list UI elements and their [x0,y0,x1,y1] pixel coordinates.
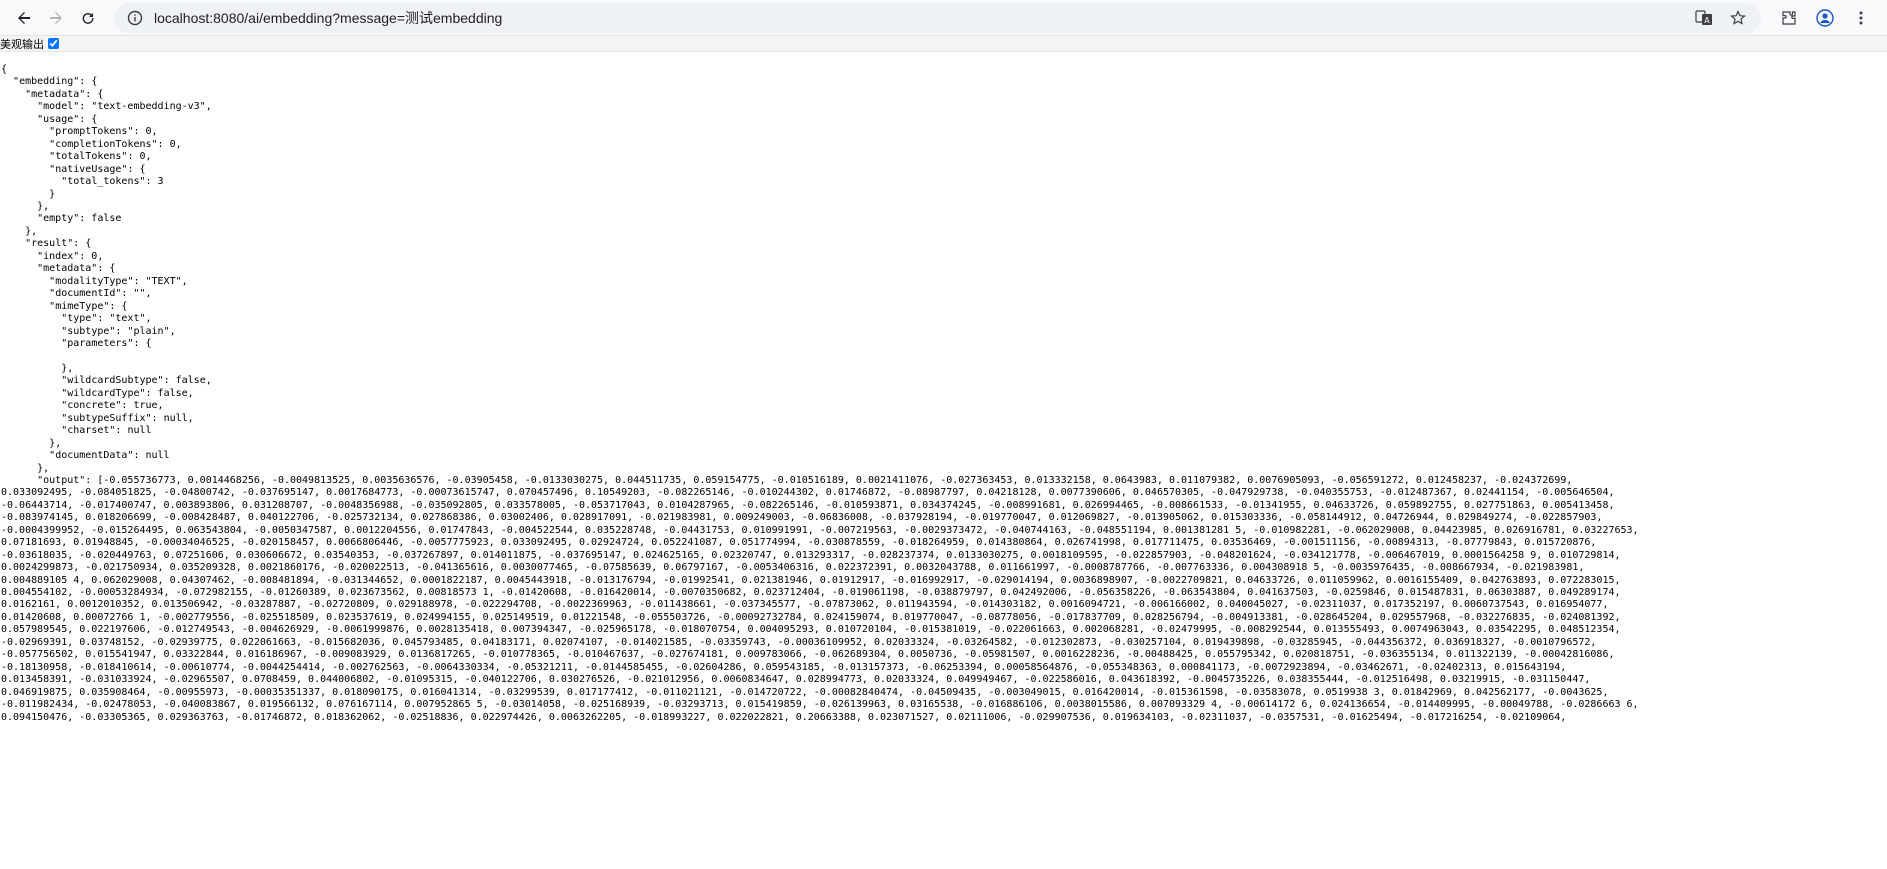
reload-button[interactable] [72,4,104,32]
json-line: } [1,188,56,200]
back-button[interactable] [8,4,40,32]
json-line: 0.07181693, 0.01948845, -0.00034046525, … [1,537,1597,549]
json-line: -0.18130958, -0.018410614, -0.00610774, … [1,661,1567,673]
json-line: "embedding": { [1,76,98,88]
url-text[interactable]: localhost:8080/ai/embedding?message=测试em… [154,8,1683,28]
translate-icon[interactable]: A [1691,7,1717,29]
profile-button[interactable] [1807,4,1843,32]
forward-button[interactable] [40,4,72,32]
json-line: -0.011982434, -0.02478053, -0.040083867,… [1,699,1639,711]
json-line: -0.02969391, 0.03748152, -0.02939775, 0.… [1,636,1597,648]
json-line: }, [1,200,50,212]
json-line: -0.03618035, -0.020449763, 0.07251606, 0… [1,549,1621,561]
address-bar[interactable]: localhost:8080/ai/embedding?message=测试em… [114,2,1761,33]
json-line: 0.0024299873, -0.021750934, 0.035209328,… [1,562,1585,574]
site-info-icon[interactable] [126,9,144,27]
extensions-button[interactable] [1771,4,1807,32]
json-line: -0.0004399952, -0.015264495, 0.063543804… [1,524,1639,536]
json-line: "wildcardSubtype": false, [1,375,212,387]
json-line: 0.004554102, -0.00053284934, -0.07298215… [1,587,1621,599]
star-icon[interactable] [1725,7,1751,29]
json-line: "concrete": true, [1,400,164,412]
extensions-icon [1782,10,1796,25]
json-line: "output": [-0.055736773, 0.0014468256, -… [1,474,1573,486]
json-line: "model": "text-embedding-v3", [1,101,212,113]
json-line: "usage": { [1,113,98,125]
json-line: 0.057989545, 0.022197606, -0.012749543, … [1,624,1621,636]
json-line: 0.033092495, -0.084051825, -0.04800742, … [1,487,1615,499]
json-line: "index": 0, [1,250,104,262]
json-line: "mimeType": { [1,300,128,312]
json-line: "result": { [1,238,92,250]
json-line: 0.01420608, 0.00072766 1, -0.002779556, … [1,611,1621,623]
json-line: "empty": false [1,213,122,225]
pretty-print-label: 美观输出 [0,37,44,51]
json-line: "totalTokens": 0, [1,151,152,163]
profile-icon [1816,8,1834,27]
json-line: "type": "text", [1,313,152,325]
json-line: }, [1,462,50,474]
json-line: "documentId": "", [1,288,152,300]
json-line: "wildcardType": false, [1,387,194,399]
json-line: 0.013458391, -0.031033924, -0.02965507, … [1,674,1591,686]
json-line: 0.004889105 4, 0.062029008, 0.04307462, … [1,574,1621,586]
json-line: "subtype": "plain", [1,325,176,337]
json-line: "modalityType": "TEXT", [1,275,188,287]
browser-toolbar: localhost:8080/ai/embedding?message=测试em… [0,0,1887,36]
json-line: "nativeUsage": { [1,163,146,175]
json-line: 0.046919875, 0.035908464, -0.00955973, -… [1,686,1609,698]
json-line: "total_tokens": 3 [1,176,164,188]
json-line: }, [1,437,62,449]
pretty-print-checkbox[interactable] [48,38,59,49]
json-line: -0.057756502, 0.015541947, 0.03322844, 0… [1,649,1615,661]
json-line: "promptTokens": 0, [1,126,158,138]
json-line: "parameters": { [1,337,152,349]
json-line: { [1,64,8,75]
json-viewer: { "embedding": { "metadata": { "model": … [0,52,1883,724]
svg-text:A: A [1704,16,1710,25]
menu-button[interactable] [1843,4,1879,32]
more-vert-icon [1859,11,1863,24]
forward-arrow-icon [50,11,62,24]
pretty-print-bar: 美观输出 [0,36,1887,52]
json-line: -0.06443714, -0.017400747, 0.003893806, … [1,499,1615,511]
json-line: "metadata": { [1,263,116,275]
json-line: 0.0162161, 0.0012010352, 0.013506942, -0… [1,599,1609,611]
json-line: "subtypeSuffix": null, [1,412,194,424]
json-line: 0.094150476, -0.03305365, 0.029363763, -… [1,711,1567,723]
json-line: "documentData": null [1,450,170,462]
json-line: }, [1,362,74,374]
json-line: "charset": null [1,425,152,437]
back-arrow-icon [18,11,30,24]
reload-icon [82,12,94,24]
json-line: "metadata": { [1,88,104,100]
json-line: }, [1,225,38,237]
json-line: "completionTokens": 0, [1,138,182,150]
json-line: -0.083974145, 0.018206699, -0.008428487,… [1,512,1603,524]
